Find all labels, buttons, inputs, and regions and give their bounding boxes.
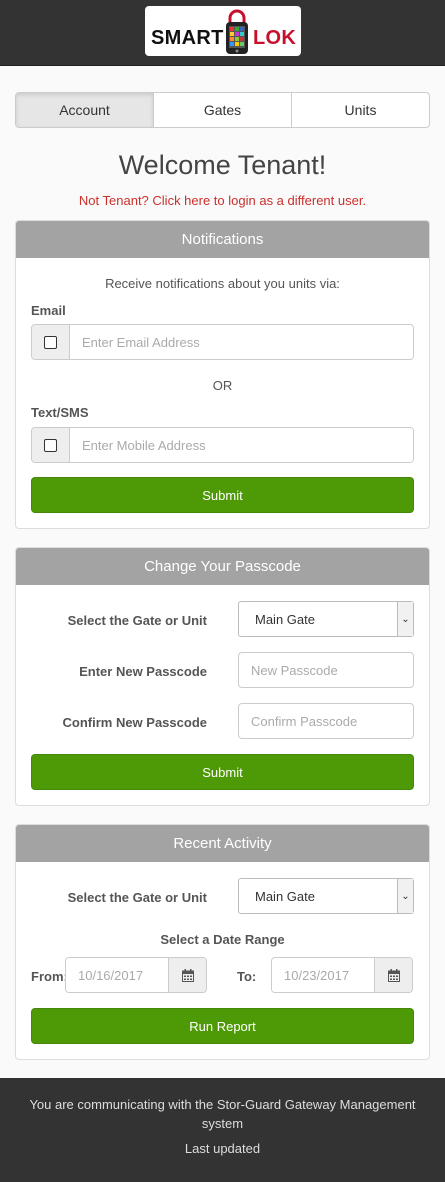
- smartlok-logo[interactable]: SMART LOK: [145, 6, 301, 56]
- activity-panel: Recent Activity Select the Gate or Unit …: [15, 824, 430, 1060]
- footer-message: You are communicating with the Stor-Guar…: [29, 1097, 416, 1131]
- notifications-heading: Notifications: [16, 221, 429, 258]
- email-checkbox[interactable]: [44, 335, 57, 349]
- passcode-submit-button[interactable]: Submit: [31, 754, 414, 790]
- notifications-intro: Receive notifications about you units vi…: [105, 276, 340, 291]
- activity-select-label: Select the Gate or Unit: [67, 890, 207, 905]
- tab-gates[interactable]: Gates: [154, 93, 292, 127]
- from-label: From:: [31, 969, 68, 984]
- to-date-input[interactable]: [272, 958, 374, 992]
- tab-units[interactable]: Units: [292, 93, 429, 127]
- sms-input[interactable]: [70, 428, 413, 462]
- date-range-label: Select a Date Range: [160, 932, 285, 947]
- passcode-heading: Change Your Passcode: [16, 548, 429, 585]
- notifications-panel: Notifications Receive notifications abou…: [15, 220, 430, 529]
- run-report-button[interactable]: Run Report: [31, 1008, 414, 1044]
- logo-text-smart: SMART: [151, 27, 224, 49]
- email-input[interactable]: [70, 325, 413, 359]
- main-tabs: Account Gates Units: [15, 92, 430, 128]
- confirm-passcode-label: Confirm New Passcode: [62, 715, 208, 730]
- passcode-select-value: Main Gate: [255, 611, 315, 627]
- activity-select-value: Main Gate: [255, 888, 315, 904]
- switch-user-link[interactable]: Not Tenant? Click here to login as a dif…: [0, 193, 445, 208]
- passcode-select-label: Select the Gate or Unit: [67, 613, 207, 628]
- phone-padlock-icon: [226, 9, 248, 54]
- passcode-gate-select[interactable]: Main Gate ⌄: [238, 601, 414, 637]
- tab-account[interactable]: Account: [16, 93, 154, 127]
- confirm-passcode-input[interactable]: [238, 703, 414, 739]
- page-footer: You are communicating with the Stor-Guar…: [0, 1078, 445, 1182]
- activity-heading: Recent Activity: [16, 825, 429, 862]
- email-checkbox-addon: [32, 325, 70, 359]
- email-label: Email: [31, 303, 66, 318]
- notifications-submit-button[interactable]: Submit: [31, 477, 414, 513]
- welcome-title: Welcome Tenant!: [118, 150, 327, 180]
- new-passcode-label: Enter New Passcode: [79, 664, 207, 679]
- to-date-group: [271, 957, 413, 993]
- sms-checkbox[interactable]: [44, 438, 57, 452]
- calendar-icon[interactable]: [168, 958, 206, 992]
- sms-input-group: [31, 427, 414, 463]
- sms-checkbox-addon: [32, 428, 70, 462]
- calendar-icon[interactable]: [374, 958, 412, 992]
- logo-text-lok: LOK: [253, 27, 297, 49]
- email-input-group: [31, 324, 414, 360]
- sms-label: Text/SMS: [31, 405, 89, 420]
- to-label: To:: [237, 969, 257, 984]
- chevron-down-icon: ⌄: [397, 602, 413, 636]
- top-header: SMART LOK: [0, 0, 445, 66]
- or-divider: OR: [212, 378, 233, 393]
- new-passcode-input[interactable]: [238, 652, 414, 688]
- activity-gate-select[interactable]: Main Gate ⌄: [238, 878, 414, 914]
- passcode-panel: Change Your Passcode Select the Gate or …: [15, 547, 430, 806]
- footer-last-updated: Last updated: [184, 1141, 261, 1156]
- from-date-input[interactable]: [66, 958, 168, 992]
- chevron-down-icon: ⌄: [397, 879, 413, 913]
- from-date-group: [65, 957, 207, 993]
